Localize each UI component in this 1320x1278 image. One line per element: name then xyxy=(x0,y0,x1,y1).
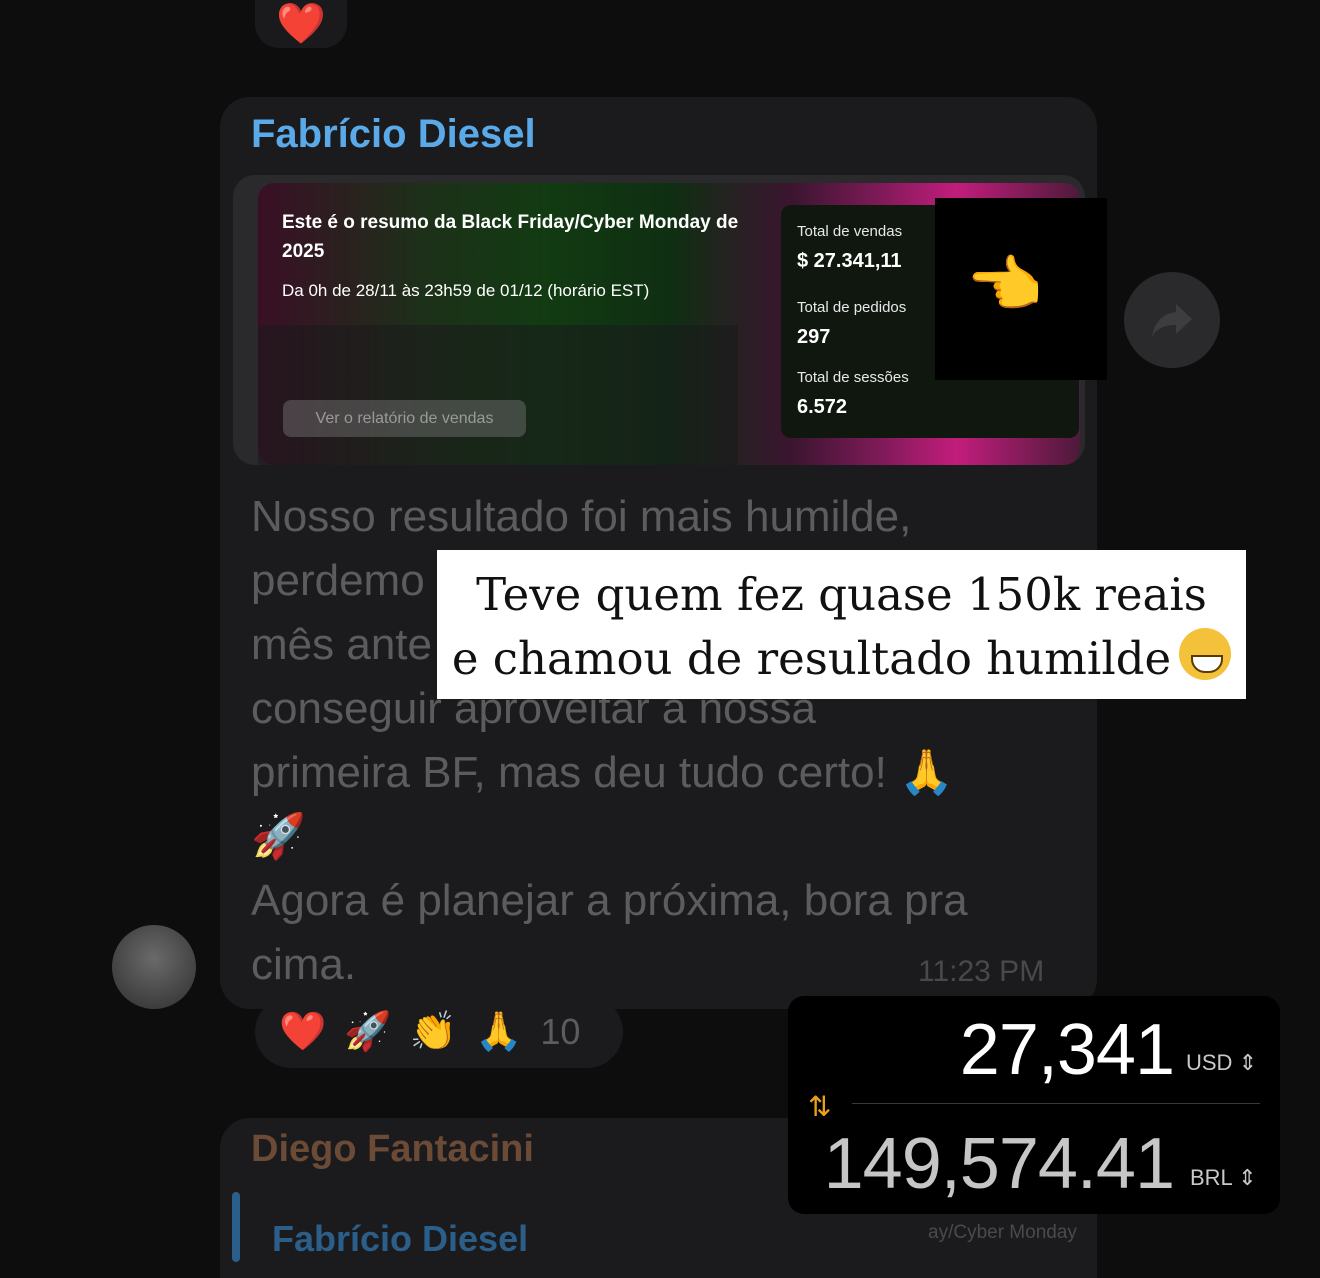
stat-value-orders: 297 xyxy=(797,326,831,348)
reply-quote-bar xyxy=(232,1192,240,1262)
to-currency-select[interactable]: BRL ⇕ xyxy=(1190,1165,1257,1191)
pointing-hand-icon: 👉 xyxy=(968,251,1046,320)
from-currency-select[interactable]: USD ⇕ xyxy=(1186,1050,1257,1076)
message-line: primeira BF, mas deu tudo certo! 🙏 xyxy=(251,748,954,797)
pray-reaction-icon: 🙏 xyxy=(474,1011,523,1053)
summary-period: Da 0h de 28/11 às 23h59 de 01/12 (horári… xyxy=(282,281,650,300)
sweat-smile-icon xyxy=(1179,628,1232,680)
story-caption: Teve quem fez quase 150k reais e chamou … xyxy=(437,550,1246,699)
heart-reaction-icon: ❤️ xyxy=(279,1011,327,1053)
reply-quote-name[interactable]: Fabrício Diesel xyxy=(272,1218,528,1260)
stat-label-sales: Total de vendas xyxy=(797,223,903,240)
reaction-count: 10 xyxy=(540,1011,581,1052)
reactions-bar[interactable]: ❤️ 🚀 👏 🙏 10 xyxy=(255,996,623,1068)
forward-button[interactable] xyxy=(1124,272,1220,368)
preview-overlay xyxy=(258,325,738,465)
next-sender-name[interactable]: Diego Fantacini xyxy=(251,1128,534,1171)
stat-label-sessions: Total de sessões xyxy=(797,369,909,386)
stat-label-orders: Total de pedidos xyxy=(797,299,907,316)
stat-value-sales: $ 27.341,11 xyxy=(797,250,902,272)
rocket-reaction-icon: 🚀 xyxy=(344,1011,392,1053)
heart-icon: ❤️ xyxy=(276,2,326,46)
swap-icon[interactable]: ⇅ xyxy=(808,1090,831,1123)
sender-name[interactable]: Fabrício Diesel xyxy=(251,112,536,157)
chevron-updown-icon: ⇕ xyxy=(1238,1050,1258,1075)
caption-line-2-text: e chamou de resultado humilde xyxy=(451,632,1172,685)
converter-divider xyxy=(852,1103,1260,1104)
to-amount[interactable]: 149,574.41 xyxy=(824,1124,1175,1204)
chevron-updown-icon: ⇕ xyxy=(1238,1165,1257,1190)
caption-line-1: Teve quem fez quase 150k reais xyxy=(476,568,1207,621)
summary-title: Este é o resumo da Black Friday/Cyber Mo… xyxy=(282,212,739,262)
avatar[interactable] xyxy=(112,925,196,1009)
from-currency-label: USD xyxy=(1186,1050,1233,1075)
previous-message-reaction[interactable]: ❤️ xyxy=(255,0,347,48)
clap-reaction-icon: 👏 xyxy=(409,1011,457,1053)
message-time: 11:23 PM xyxy=(918,955,1045,988)
sales-report-button[interactable]: Ver o relatório de vendas xyxy=(283,400,526,437)
message-line: Nosso resultado foi mais humilde, xyxy=(251,492,912,541)
message-line: 🚀 xyxy=(251,812,306,861)
forward-icon xyxy=(1152,304,1192,337)
caption-line-2: e chamou de resultado humilde xyxy=(437,628,1246,685)
reply-quote-snippet: ay/Cyber Monday xyxy=(928,1222,1077,1243)
to-currency-label: BRL xyxy=(1190,1165,1232,1190)
stat-value-sessions: 6.572 xyxy=(797,396,848,418)
from-amount[interactable]: 27,341 xyxy=(960,1010,1175,1090)
message-line: Agora é planejar a próxima, bora pra xyxy=(251,876,968,925)
